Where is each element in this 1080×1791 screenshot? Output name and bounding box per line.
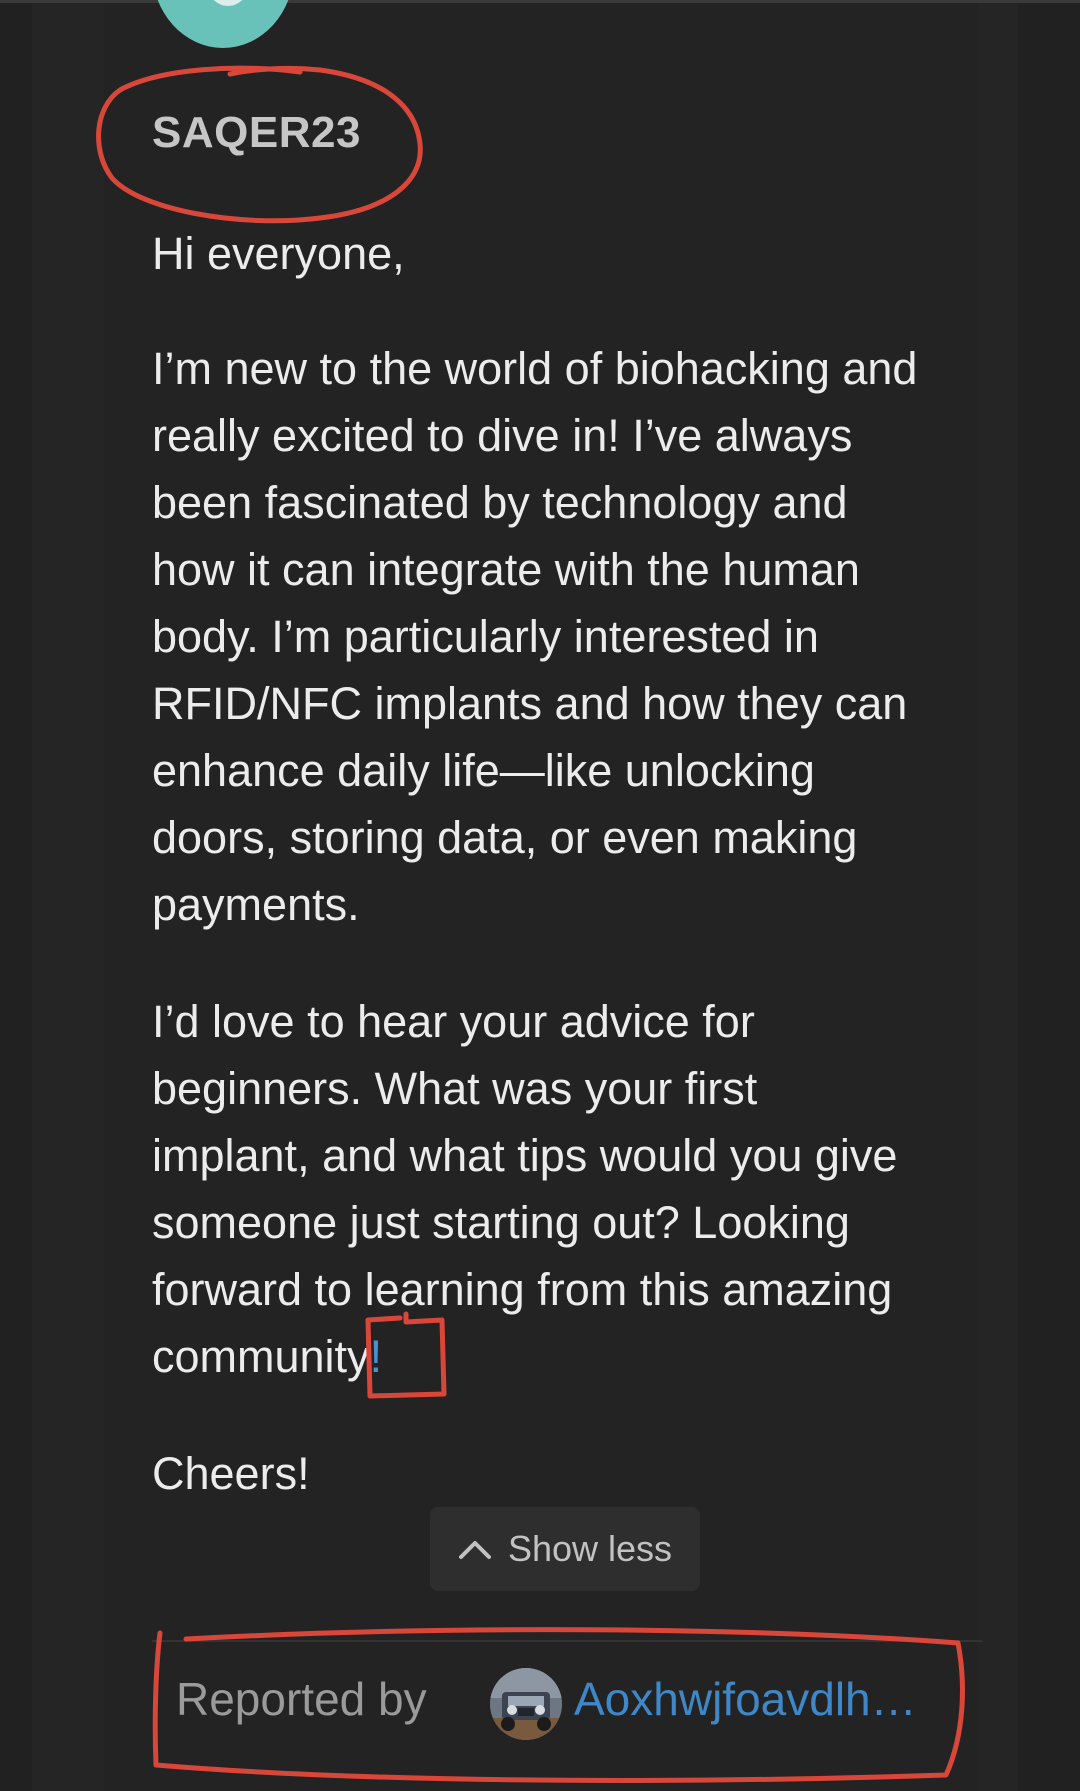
avatar-glyph <box>208 0 248 6</box>
post-line: payments. <box>152 879 360 930</box>
chevron-up-icon <box>458 1541 491 1559</box>
page: SAQER23 Hi everyone, I’m new to the worl… <box>0 0 1080 1791</box>
post-line: body. I’m particularly interested in <box>152 611 819 662</box>
right-gutter <box>1018 0 1080 1791</box>
show-less-button[interactable]: Show less <box>430 1507 700 1591</box>
reported-by-label: Reported by <box>176 1673 427 1725</box>
post-line: beginners. What was your first <box>152 1063 758 1114</box>
author-username[interactable]: SAQER23 <box>152 108 361 158</box>
left-gutter <box>0 0 32 1791</box>
show-less-label: Show less <box>507 1528 673 1569</box>
post-line-last: community <box>152 1331 370 1382</box>
post-line: doors, storing data, or even making <box>152 812 858 863</box>
post-paragraph-question: I’d love to hear your advice for beginne… <box>152 988 982 1390</box>
post-signoff: Cheers! <box>152 1448 310 1499</box>
post-line: how it can integrate with the human <box>152 544 860 595</box>
jeep-photo-avatar <box>490 1668 562 1740</box>
post-line: I’d love to hear your advice for <box>152 996 755 1047</box>
post-line: enhance daily life—like unlocking <box>152 745 815 796</box>
post-line: I’m new to the world of biohacking and <box>152 343 918 394</box>
post-line: been fascinated by technology and <box>152 477 848 528</box>
post-line: RFID/NFC implants and how they can <box>152 678 908 729</box>
post-line: really excited to dive in! I’ve always <box>152 410 853 461</box>
divider <box>152 1640 982 1642</box>
post-paragraph-intro: I’m new to the world of biohacking and r… <box>152 335 982 938</box>
post-line: implant, and what tips would you give <box>152 1130 898 1181</box>
post-line: someone just starting out? Looking <box>152 1197 850 1248</box>
reporter-username-link[interactable]: Aoxhwjfoavdlh… <box>574 1672 917 1726</box>
post-line: forward to learning from this amazing <box>152 1264 893 1315</box>
post-greeting: Hi everyone, <box>152 228 405 279</box>
exclamation-mark-link: ! <box>369 1331 383 1382</box>
reporter-avatar[interactable] <box>490 1668 562 1740</box>
